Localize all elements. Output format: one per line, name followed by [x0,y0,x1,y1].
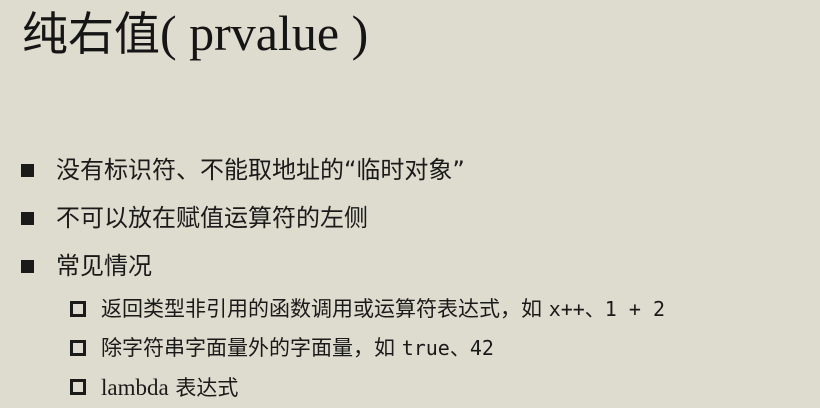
sub-bullet-lead: lambda [101,375,169,400]
filled-square-bullet-icon [21,164,34,177]
slide-title-latin: ( prvalue ) [160,5,369,61]
sub-bullet-lambda: lambda 表达式 [0,368,820,407]
sub-bullet-code: true、42 [401,336,494,360]
bullet-text: 不可以放在赋值运算符的左侧 [56,204,368,232]
bullet-list: 没有标识符、不能取地址的“临时对象” 不可以放在赋值运算符的左侧 常见情况 返回… [0,146,820,407]
sub-bullet-literals: 除字符串字面量外的字面量，如 true、42 [0,329,820,368]
sub-bullet-function-call: 返回类型非引用的函数调用或运算符表达式，如 x++、1 + 2 [0,290,820,329]
hollow-square-bullet-icon [70,301,86,317]
filled-square-bullet-icon [21,212,34,225]
hollow-square-bullet-icon [70,379,86,395]
sub-bullet-code: x++、1 + 2 [548,297,666,321]
bullet-text: 常见情况 [56,252,152,280]
filled-square-bullet-icon [21,260,34,273]
sub-bullet-text: 除字符串字面量外的字面量，如 [101,336,402,360]
slide: 纯右值( prvalue ) 没有标识符、不能取地址的“临时对象” 不可以放在赋… [0,0,820,402]
sub-bullet-text: 返回类型非引用的函数调用或运算符表达式，如 [101,297,549,321]
slide-title-cjk: 纯右值 [22,7,160,61]
hollow-square-bullet-icon [70,340,86,356]
slide-title: 纯右值( prvalue ) [22,2,368,65]
bullet-item-common-cases: 常见情况 [0,242,820,290]
sub-bullet-text: 表达式 [168,376,239,400]
bullet-item-no-identifier: 没有标识符、不能取地址的“临时对象” [0,146,820,194]
bullet-text: 没有标识符、不能取地址的“临时对象” [56,156,465,184]
bullet-item-not-left-of-assignment: 不可以放在赋值运算符的左侧 [0,194,820,242]
